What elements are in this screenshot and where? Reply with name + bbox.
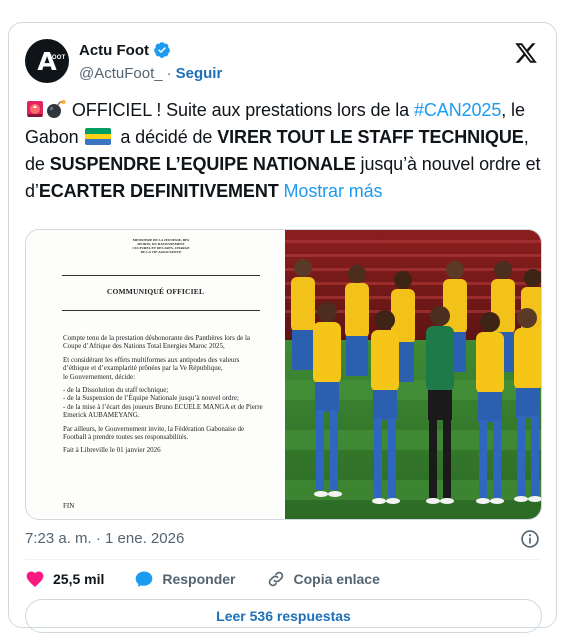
bomb-icon	[47, 100, 66, 118]
tweet-bold-2: SUSPENDRE L’EQUIPE NATIONALE	[49, 154, 356, 174]
divider	[25, 559, 540, 560]
tweet-card: A FOOT Actu Foot @ActuFoot_ · Seguir OFF…	[8, 22, 557, 633]
info-icon[interactable]	[520, 529, 540, 549]
doc-rule-top	[62, 275, 260, 276]
tweet-header: A FOOT Actu Foot @ActuFoot_ · Seguir	[25, 39, 540, 87]
avatar-letter: A	[37, 46, 57, 76]
gabon-flag-icon	[85, 128, 112, 145]
tweet-bold-3: ECARTER DEFINITIVEMENT	[38, 181, 279, 201]
dot-separator: ·	[166, 64, 172, 82]
tweet-text: OFFICIEL ! Suite aux prestations lors de…	[25, 97, 545, 205]
communique-image[interactable]: MINISTERE DE LA JEUNESSE, DES SPORTS, DU…	[26, 230, 285, 519]
tweet-timestamp[interactable]: 7:23 a. m. · 1 ene. 2026	[25, 530, 184, 550]
verified-icon	[154, 42, 170, 58]
reply-icon	[136, 571, 153, 587]
tweet-time: 7:23 a. m.	[25, 530, 92, 547]
avatar[interactable]: A FOOT	[25, 39, 69, 83]
doc-body: Compte tenu de la prestation déshonorant…	[63, 334, 263, 460]
doc-signature: Fait à Libreville le 01 janvier 2026	[63, 446, 161, 455]
author-name[interactable]: Actu Foot	[79, 42, 149, 59]
tweet-date: 1 ene. 2026	[105, 530, 185, 547]
doc-para: Compte tenu de la prestation déshonorant…	[63, 334, 251, 351]
reply-label: Responder	[162, 571, 236, 587]
copy-link-button[interactable]: Copia enlace	[266, 569, 380, 589]
doc-title: COMMUNIQUÉ OFFICIEL	[106, 287, 205, 296]
x-logo-icon[interactable]	[514, 41, 538, 65]
ministry-header: MINISTERE DE LA JEUNESSE, DES SPORTS, DU…	[132, 238, 190, 254]
author-names: Actu Foot @ActuFoot_ · Seguir	[79, 40, 222, 84]
copy-link-label: Copia enlace	[293, 571, 380, 587]
tweet-bold-1: VIRER TOUT LE STAFF TECHNIQUE	[217, 127, 524, 147]
like-button[interactable]: 25,5 mil	[25, 569, 104, 589]
tweet-actions: 25,5 mil Responder Copia enlace	[25, 566, 540, 592]
doc-para: le Gouvernement, décide:	[63, 372, 136, 381]
siren-icon	[27, 101, 43, 117]
doc-item: - de la mise à l’écart des joueurs Bruno…	[63, 402, 263, 420]
tweet-media[interactable]: MINISTERE DE LA JEUNESSE, DES SPORTS, DU…	[25, 229, 542, 520]
doc-fin: FIN	[63, 502, 75, 510]
doc-para: Par ailleurs, le Gouvernement invite, la…	[63, 424, 245, 442]
team-photo-illustration	[285, 230, 541, 519]
like-count: 25,5 mil	[53, 571, 105, 587]
team-photo[interactable]	[285, 230, 541, 519]
author-handle[interactable]: @ActuFoot_	[79, 65, 163, 82]
follow-button[interactable]: Seguir	[176, 65, 223, 82]
doc-para: Et considérant les effets multiformes au…	[63, 355, 240, 373]
dot-separator: ·	[95, 530, 101, 547]
tweet-text-1: OFFICIEL ! Suite aux prestations lors de…	[67, 100, 414, 120]
tweet-text-3: a décidé de	[115, 127, 218, 147]
avatar-text: FOOT	[48, 55, 66, 61]
doc-item: - de la Suspension de l’Équipe Nationale…	[63, 394, 239, 403]
link-icon	[268, 571, 283, 587]
show-more-link[interactable]: Mostrar más	[284, 181, 383, 201]
doc-item: - de la Dissolution du staff technique;	[63, 386, 169, 395]
reply-button[interactable]: Responder	[134, 569, 236, 589]
heart-icon	[26, 571, 44, 587]
doc-rule-bottom	[62, 310, 260, 311]
hashtag-link[interactable]: #CAN2025	[414, 100, 501, 120]
read-replies-button[interactable]: Leer 536 respuestas	[25, 599, 542, 633]
